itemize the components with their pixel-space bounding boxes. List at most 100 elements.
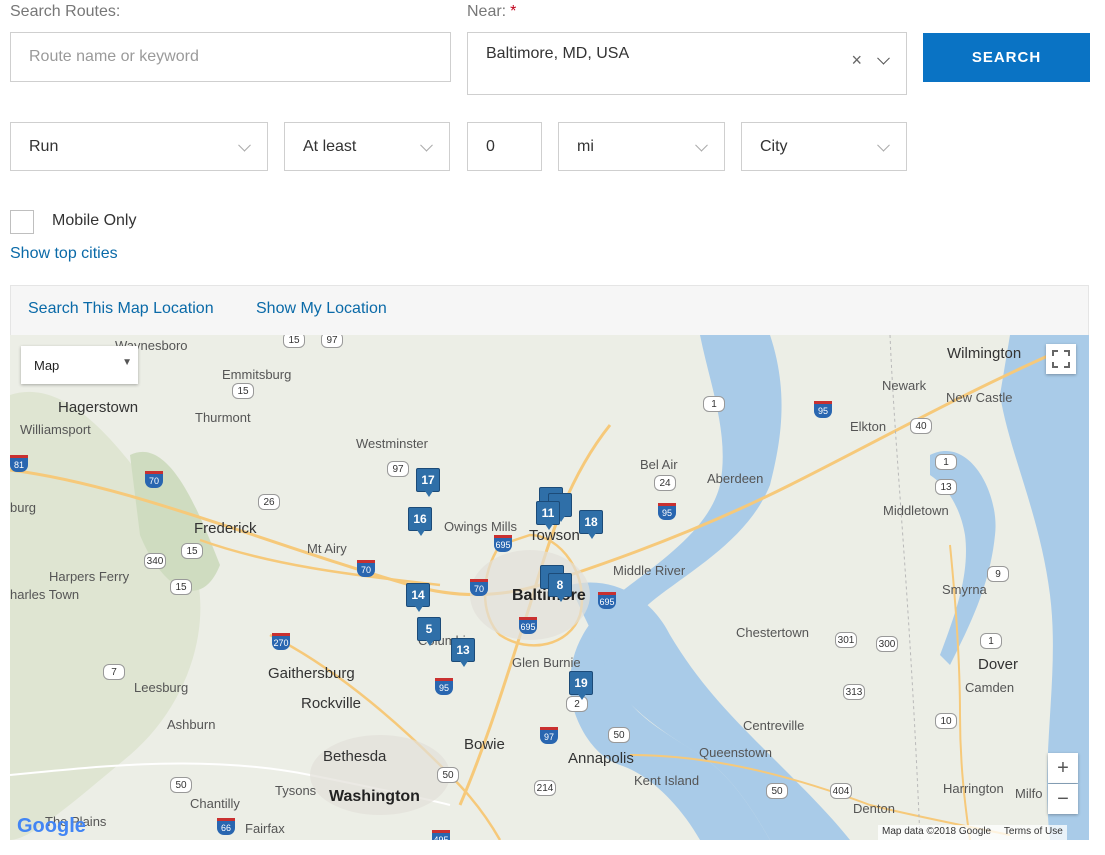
interstate-shield: 495 [432, 830, 450, 840]
map-label: Thurmont [195, 410, 251, 425]
road-shield: 50 [170, 777, 192, 793]
route-search-placeholder: Route name or keyword [29, 48, 199, 65]
mobile-only-checkbox[interactable] [10, 210, 34, 234]
map-label: Rockville [301, 695, 362, 712]
map-type-select[interactable]: Map ▼ [21, 346, 138, 384]
map-label: Chantilly [190, 796, 240, 811]
map-label: New Castle [946, 390, 1013, 405]
chevron-down-icon [238, 138, 251, 152]
road-shield: 340 [144, 553, 166, 569]
road-shield: 24 [654, 475, 676, 491]
map-label: burg [10, 500, 37, 515]
activity-select[interactable]: Run [10, 122, 268, 171]
search-button[interactable]: SEARCH [923, 33, 1090, 82]
road-shield: 40 [910, 418, 932, 434]
route-marker[interactable]: 13 [451, 638, 475, 667]
route-marker[interactable]: 8 [548, 573, 572, 602]
unit-select[interactable]: mi [558, 122, 725, 171]
map-label: Washington [329, 788, 420, 805]
map-label: Bel Air [640, 457, 678, 472]
route-marker[interactable]: 14 [406, 583, 430, 612]
activity-value: Run [29, 137, 59, 155]
road-shield: 214 [534, 780, 556, 796]
interstate-shield: 70 [470, 579, 488, 596]
near-location-select[interactable]: Baltimore, MD, USA × [467, 32, 907, 95]
map-label: Middle River [613, 563, 686, 578]
map-label: Bethesda [323, 748, 387, 765]
map-label: Gaithersburg [268, 665, 355, 682]
interstate-shield: 695 [519, 617, 537, 634]
road-shield: 313 [843, 684, 865, 700]
map-label: Owings Mills [444, 519, 517, 534]
road-shield: 9 [987, 566, 1009, 582]
route-marker[interactable]: 11 [536, 501, 560, 530]
distance-value: 0 [486, 137, 495, 155]
fullscreen-button[interactable] [1046, 344, 1076, 374]
road-shield: 15 [181, 543, 203, 559]
map-label: Centreville [743, 718, 805, 733]
map-toolbar: Search This Map Location Show My Locatio… [10, 285, 1089, 335]
interstate-shield: 97 [540, 727, 558, 744]
map-label: Harpers Ferry [49, 569, 130, 584]
map-label: Milfo [1015, 786, 1043, 801]
map-label: Chestertown [736, 625, 809, 640]
chevron-down-icon [877, 138, 890, 152]
interstate-shield: 66 [217, 818, 235, 835]
scope-select[interactable]: City [741, 122, 907, 171]
map-label: Harrington [943, 781, 1004, 796]
comparator-value: At least [303, 137, 357, 155]
scope-value: City [760, 137, 788, 155]
map-label: Elkton [850, 419, 887, 434]
route-marker[interactable]: 17 [416, 468, 440, 497]
road-shield: 97 [387, 461, 409, 477]
road-shield: 1 [980, 633, 1002, 649]
interstate-shield: 270 [272, 633, 290, 650]
map-label: Glen Burnie [512, 655, 581, 670]
map-label: Annapolis [568, 750, 634, 767]
search-map-location-link[interactable]: Search This Map Location [28, 300, 214, 318]
road-shield: 50 [437, 767, 459, 783]
map-attribution-text: Map data ©2018 Google [882, 826, 992, 837]
road-shield: 10 [935, 713, 957, 729]
map-label: Denton [853, 801, 895, 816]
interstate-shield: 95 [814, 401, 832, 418]
interstate-shield: 70 [357, 560, 375, 577]
road-shield: 404 [830, 783, 852, 799]
route-marker[interactable]: 18 [579, 510, 603, 539]
route-marker[interactable]: 19 [569, 671, 593, 700]
map-label: Ashburn [167, 717, 216, 732]
road-shield: 26 [258, 494, 280, 510]
zoom-out-button[interactable]: − [1048, 784, 1078, 814]
route-marker[interactable]: 5 [417, 617, 441, 646]
chevron-down-icon [420, 138, 433, 152]
fullscreen-icon [1052, 350, 1070, 368]
near-location-value: Baltimore, MD, USA [486, 45, 630, 62]
show-my-location-link[interactable]: Show My Location [256, 300, 387, 318]
interstate-shield: 695 [598, 592, 616, 609]
map-label: Kent Island [634, 773, 700, 788]
search-routes-label: Search Routes: [10, 3, 121, 20]
map-label: Queenstown [699, 745, 772, 760]
road-shield: 300 [876, 636, 898, 652]
chevron-down-icon[interactable] [877, 51, 890, 65]
zoom-in-button[interactable]: + [1048, 753, 1078, 783]
comparator-select[interactable]: At least [284, 122, 450, 171]
clear-icon[interactable]: × [851, 50, 862, 71]
route-search-input[interactable]: Route name or keyword [10, 32, 451, 82]
interstate-shield: 695 [494, 535, 512, 552]
route-marker[interactable]: 16 [408, 507, 432, 536]
mobile-only-label: Mobile Only [52, 212, 137, 229]
map-label: Emmitsburg [222, 367, 292, 382]
road-shield: 7 [103, 664, 125, 680]
required-mark: * [510, 3, 517, 20]
road-shield: 50 [766, 783, 788, 799]
map-label: Mt Airy [307, 541, 347, 556]
distance-input[interactable]: 0 [467, 122, 542, 171]
map-label: Fairfax [245, 821, 285, 836]
terms-link[interactable]: Terms of Use [1004, 826, 1063, 837]
interstate-shield: 81 [10, 455, 28, 472]
show-top-cities-link[interactable]: Show top cities [10, 245, 118, 263]
map-canvas[interactable]: Waynesboro Emmitsburg Hagerstown Thurmon… [10, 335, 1089, 840]
map-label: Westminster [356, 436, 428, 451]
interstate-shield: 70 [145, 471, 163, 488]
